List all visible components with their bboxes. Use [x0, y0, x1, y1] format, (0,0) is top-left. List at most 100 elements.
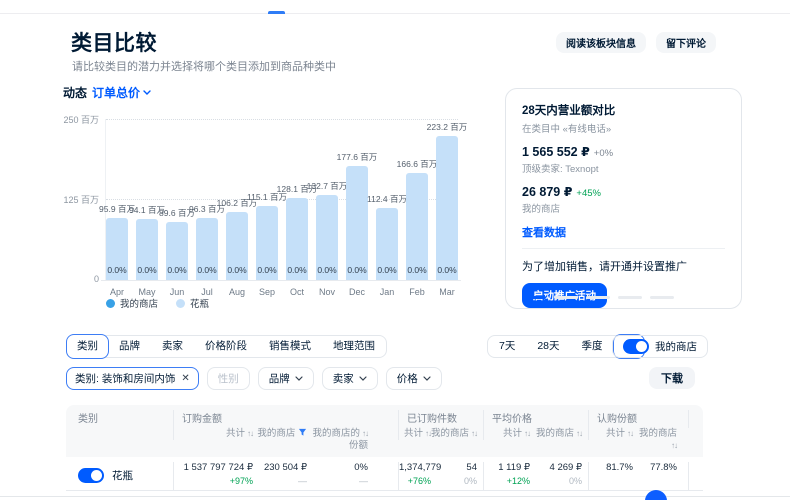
bar-Feb [406, 173, 428, 280]
my-shop-toggle[interactable]: 我的商店 [612, 335, 708, 358]
download-button[interactable]: 下载 [649, 367, 695, 389]
column-header-我的商店-1[interactable]: 我的商店 [253, 428, 307, 440]
column-header-我的商店-8[interactable]: 我的商店↑↓ [633, 428, 688, 453]
filter-tabs: 类别品牌卖家价格阶段销售模式地理范围 [66, 335, 387, 358]
tab-类别[interactable]: 类别 [66, 334, 109, 359]
column-header-我的商店的-2[interactable]: 我的商店的↑↓份额 [307, 428, 398, 453]
header-actions: 阅读该板块信息 留下评论 [556, 32, 716, 53]
column-header-共计-5[interactable]: 共计↑↓ [483, 428, 530, 440]
table-cell: 1,374,779+76% [398, 462, 431, 490]
legend-item-我的商店[interactable]: 我的商店 [106, 296, 158, 310]
filter-icon[interactable] [298, 428, 307, 437]
tab-品牌[interactable]: 品牌 [108, 335, 151, 358]
cell-value: 230 504 ₽ [253, 462, 307, 474]
carousel-dot-2[interactable] [554, 296, 578, 299]
category-filter-chip[interactable]: 类别: 装饰和房间内饰 ✕ [66, 367, 199, 390]
column-header-我的商店-4[interactable]: 我的商店↑↓ [431, 428, 483, 440]
filter-dropdown-品牌[interactable]: 品牌 [258, 367, 314, 390]
applied-filters-row: 类别: 装饰和房间内饰 ✕ 性别 品牌 卖家 价格 [66, 367, 442, 390]
carousel-dot-5[interactable] [650, 296, 674, 299]
view-data-link[interactable]: 查看数据 [522, 224, 725, 240]
turnover-comparison-card: 28天内营业额对比 在类目中 «有线电话» 1 565 552 ₽+0% 顶级卖… [505, 88, 742, 309]
read-info-button[interactable]: 阅读该板块信息 [556, 32, 646, 53]
row-category-cell: 花瓶 [66, 462, 173, 490]
row-toggle[interactable] [78, 468, 104, 483]
cell-subvalue: +12% [484, 476, 530, 488]
x-axis-tick: Nov [316, 287, 338, 297]
carousel-dot-1[interactable] [522, 296, 546, 299]
table-subheader-row: 共计↑↓我的商店 我的商店的↑↓份额共计↑↓我的商店↑↓共计↑↓我的商店↑↓共计… [66, 428, 703, 457]
bar-percent-label: 0.0% [316, 265, 338, 275]
legend-label: 花瓶 [190, 296, 209, 310]
toggle-switch[interactable] [623, 339, 649, 354]
page-subtitle: 请比较类目的潜力并选择将哪个类目添加到商品种类中 [72, 58, 336, 74]
chevron-down-icon [423, 376, 431, 381]
table-cell: 81.7%· [588, 462, 633, 490]
leave-comment-button[interactable]: 留下评论 [656, 32, 716, 53]
carousel-dot-4[interactable] [618, 296, 642, 299]
cell-value: 1,374,779 [399, 462, 431, 474]
table-cell: 540% [431, 462, 483, 490]
sort-icon[interactable]: ↑↓ [671, 441, 677, 450]
tab-卖家[interactable]: 卖家 [151, 335, 194, 358]
column-header-我的商店-6[interactable]: 我的商店↑↓ [530, 428, 588, 440]
x-axis-tick: Mar [436, 287, 458, 297]
sort-icon[interactable]: ↑↓ [471, 429, 477, 438]
column-group-已订购件数: 已订购件数 [398, 410, 483, 428]
x-axis-tick: Sep [256, 287, 278, 297]
chart-bar-group: 132.7 百万0.0%Nov [316, 119, 338, 280]
y-axis-tick-0: 0 [29, 274, 99, 284]
column-header-label: 共计↑↓ [399, 428, 431, 440]
chart-bar-group: 96.3 百万0.0%Jul [196, 119, 218, 280]
chart-bar-group: 166.6 百万0.0%Feb [406, 119, 428, 280]
cell-subvalue: 0% [530, 476, 582, 488]
chart-bar-group: 106.2 百万0.0%Aug [226, 119, 248, 280]
chart-bar-group: 128.1 百万0.0%Oct [286, 119, 308, 280]
comparison-table: 类别订购金额已订购件数平均价格认购份额共计↑↓我的商店 我的商店的↑↓份额共计↑… [66, 405, 703, 491]
x-axis-tick: Aug [226, 287, 248, 297]
my-shop-delta: +45% [576, 188, 601, 199]
tab-地理范围[interactable]: 地理范围 [322, 335, 386, 358]
filter-dropdown-卖家[interactable]: 卖家 [322, 367, 378, 390]
my-shop-value: 26 879 ₽+45% [522, 184, 725, 199]
filter-dropdown-label: 价格 [397, 371, 418, 386]
bar-percent-label: 0.0% [196, 265, 218, 275]
x-axis-tick: Jan [376, 287, 398, 297]
filter-dropdown-性别: 性别 [207, 367, 250, 390]
category-dynamics-chart: 95.9 百万0.0%Apr94.1 百万0.0%May89.6 百万0.0%J… [106, 119, 458, 280]
chart-bar-group: 115.1 百万0.0%Sep [256, 119, 278, 280]
period-7天[interactable]: 7天 [488, 335, 526, 358]
period-28天[interactable]: 28天 [526, 335, 570, 358]
table-header: 类别订购金额已订购件数平均价格认购份额共计↑↓我的商店 我的商店的↑↓份额共计↑… [66, 405, 703, 457]
period-季度[interactable]: 季度 [571, 335, 614, 358]
chat-fab[interactable] [645, 490, 667, 500]
tab-价格阶段[interactable]: 价格阶段 [194, 335, 258, 358]
filter-dropdown-价格[interactable]: 价格 [386, 367, 442, 390]
metric-dropdown[interactable]: 订单总价 [92, 84, 151, 101]
column-header-label: 我的商店↑↓ [633, 428, 677, 453]
bar-percent-label: 0.0% [406, 265, 428, 275]
filter-dropdown-label: 品牌 [269, 371, 290, 386]
column-header-label: 我的商店↑↓ [530, 428, 582, 440]
category-comparison-page: 类目比较 请比较类目的潜力并选择将哪个类目添加到商品种类中 阅读该板块信息 留下… [0, 0, 790, 500]
top-seller-value: 1 565 552 ₽+0% [522, 144, 725, 159]
chart-bar-group: 95.9 百万0.0%Apr [106, 119, 128, 280]
y-axis-tick-250: 250 百万 [29, 113, 99, 126]
top-seller-delta: +0% [594, 148, 613, 159]
column-header-共计-0[interactable]: 共计↑↓ [173, 428, 253, 440]
metric-dropdown-label: 订单总价 [92, 84, 140, 101]
column-header-共计-7[interactable]: 共计↑↓ [588, 428, 633, 440]
bar-percent-label: 0.0% [346, 265, 368, 275]
table-cell: 1 119 ₽+12% [483, 462, 530, 490]
sort-icon[interactable]: ↑↓ [362, 429, 368, 438]
column-header-label-line2: 份额 [307, 440, 368, 452]
carousel-dot-3[interactable] [586, 296, 610, 299]
legend-item-花瓶[interactable]: 花瓶 [176, 296, 209, 310]
cell-value: 77.8% [633, 462, 677, 474]
column-header-共计-3[interactable]: 共计↑↓ [398, 428, 431, 440]
tab-销售模式[interactable]: 销售模式 [258, 335, 322, 358]
chip-close-icon[interactable]: ✕ [181, 373, 189, 384]
sort-icon[interactable]: ↑↓ [576, 429, 582, 438]
table-cell: 0%— [307, 462, 398, 490]
cell-value: 81.7% [589, 462, 633, 474]
